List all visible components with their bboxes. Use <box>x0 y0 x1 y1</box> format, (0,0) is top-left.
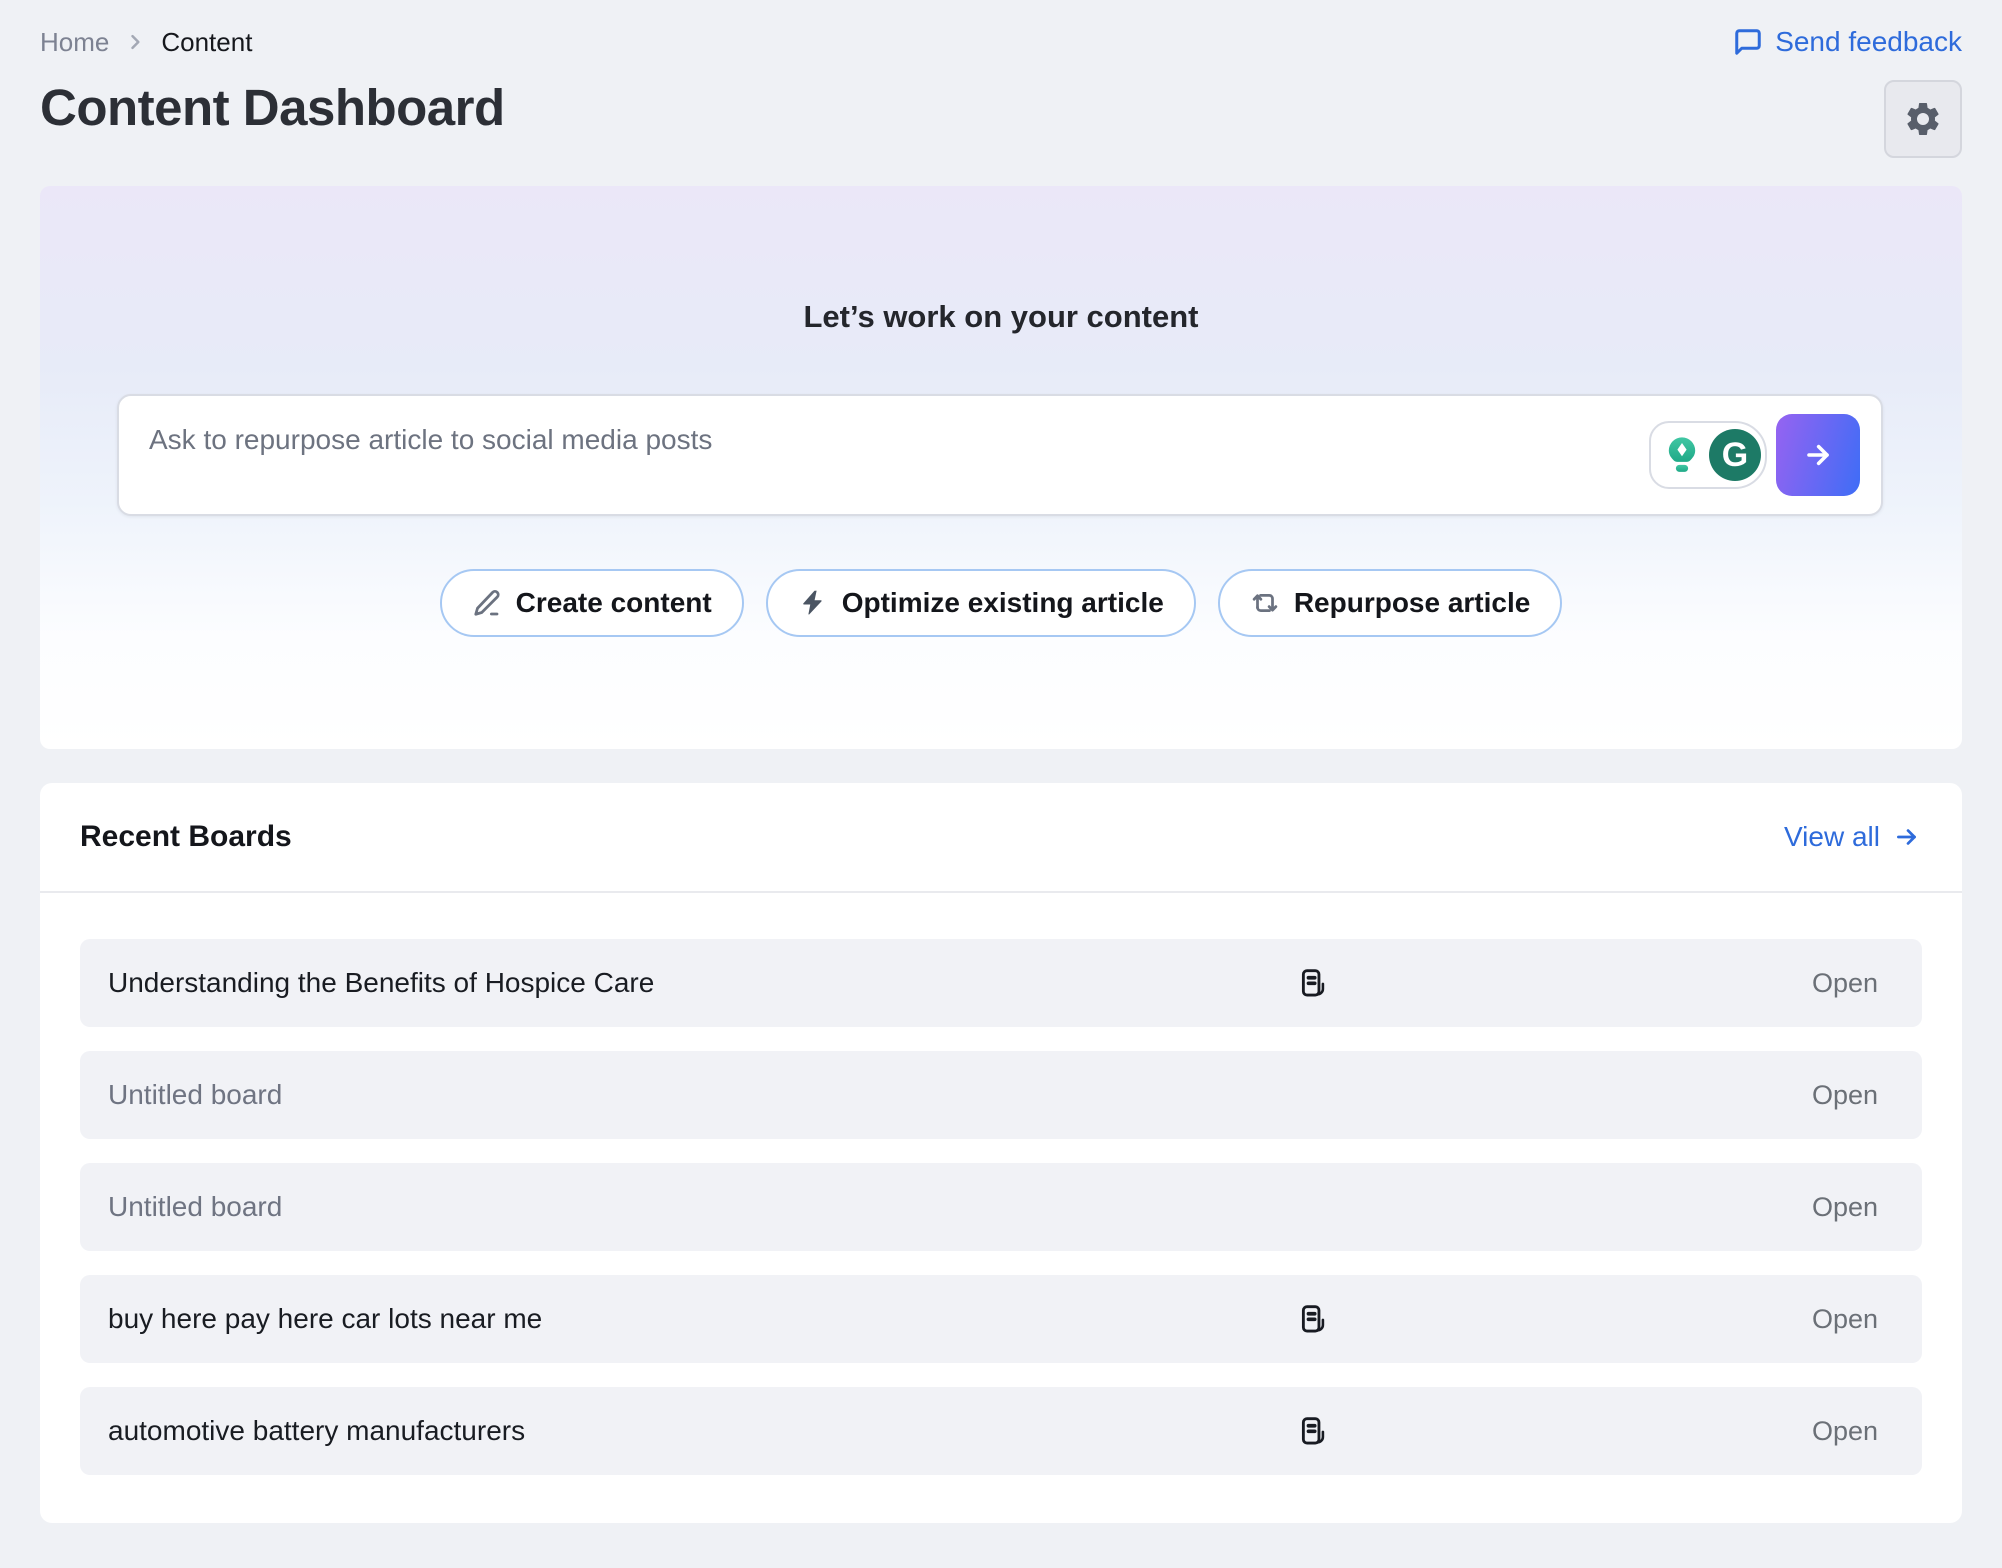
optimize-article-label: Optimize existing article <box>842 587 1164 619</box>
document-icon <box>1296 966 1330 1000</box>
recent-boards-title: Recent Boards <box>80 820 292 854</box>
title-row: Content Dashboard <box>40 72 1962 164</box>
breadcrumb-current: Content <box>161 27 252 58</box>
lightbulb-sparkle-icon <box>1659 432 1705 478</box>
board-title: Untitled board <box>108 1079 282 1111</box>
breadcrumb: Home Content <box>40 27 252 58</box>
document-icon <box>1296 1414 1330 1448</box>
create-content-button[interactable]: Create content <box>440 569 744 637</box>
open-label[interactable]: Open <box>1812 1416 1878 1447</box>
board-title: Untitled board <box>108 1191 282 1223</box>
open-label[interactable]: Open <box>1812 1192 1878 1223</box>
settings-button[interactable] <box>1884 80 1962 158</box>
feedback-bubble-icon <box>1733 27 1763 57</box>
assistant-icons-pill[interactable]: G <box>1649 421 1767 489</box>
optimize-article-button[interactable]: Optimize existing article <box>766 569 1196 637</box>
repurpose-icon <box>1250 588 1280 618</box>
pencil-icon <box>472 588 502 618</box>
top-bar: Home Content Send feedback <box>40 22 1962 62</box>
board-row[interactable]: Untitled board Open <box>80 1163 1922 1251</box>
gear-icon <box>1903 99 1943 139</box>
open-label[interactable]: Open <box>1812 1304 1878 1335</box>
lightning-icon <box>798 588 828 618</box>
submit-arrow-button[interactable] <box>1776 414 1860 496</box>
view-all-link[interactable]: View all <box>1784 821 1922 853</box>
send-feedback-label: Send feedback <box>1775 26 1962 58</box>
open-label[interactable]: Open <box>1812 968 1878 999</box>
board-title: Understanding the Benefits of Hospice Ca… <box>108 967 654 999</box>
view-all-label: View all <box>1784 821 1880 853</box>
chevron-right-icon <box>125 32 145 52</box>
hero-card: Let’s work on your content G <box>40 186 1962 749</box>
breadcrumb-home[interactable]: Home <box>40 27 109 58</box>
prompt-input-container: G <box>117 394 1883 516</box>
content-dashboard-page: Home Content Send feedback Content Dashb… <box>0 0 2002 1568</box>
board-row[interactable]: Untitled board Open <box>80 1051 1922 1139</box>
board-row[interactable]: Understanding the Benefits of Hospice Ca… <box>80 939 1922 1027</box>
recent-boards-header: Recent Boards View all <box>40 783 1962 893</box>
board-list: Understanding the Benefits of Hospice Ca… <box>40 893 1962 1475</box>
hero-heading: Let’s work on your content <box>40 299 1962 335</box>
recent-boards-card: Recent Boards View all Understanding the… <box>40 783 1962 1523</box>
board-row[interactable]: automotive battery manufacturers Open <box>80 1387 1922 1475</box>
document-icon <box>1296 1302 1330 1336</box>
arrow-right-icon <box>1800 437 1836 473</box>
grammarly-icon: G <box>1709 429 1761 481</box>
open-label[interactable]: Open <box>1812 1080 1878 1111</box>
send-feedback-link[interactable]: Send feedback <box>1733 26 1962 58</box>
board-title: automotive battery manufacturers <box>108 1415 525 1447</box>
prompt-input[interactable] <box>117 394 1883 516</box>
board-row[interactable]: buy here pay here car lots near me Open <box>80 1275 1922 1363</box>
quick-actions: Create content Optimize existing article… <box>40 569 1962 637</box>
repurpose-article-label: Repurpose article <box>1294 587 1531 619</box>
page-title: Content Dashboard <box>40 78 505 137</box>
arrow-right-icon <box>1892 822 1922 852</box>
board-title: buy here pay here car lots near me <box>108 1303 542 1335</box>
create-content-label: Create content <box>516 587 712 619</box>
repurpose-article-button[interactable]: Repurpose article <box>1218 569 1563 637</box>
